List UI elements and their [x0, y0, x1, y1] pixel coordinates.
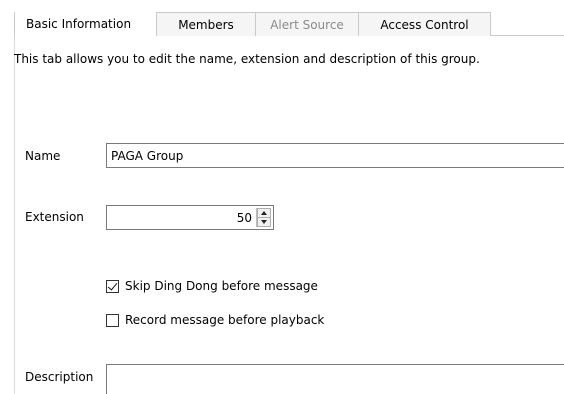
tab-access-control[interactable]: Access Control — [358, 12, 491, 36]
spin-up-button[interactable] — [257, 208, 271, 218]
tab-panel-basic-information — [14, 35, 564, 394]
skip-ding-dong-checkbox[interactable] — [106, 279, 119, 293]
name-field[interactable]: PAGA Group — [106, 143, 564, 168]
record-message-checkbox[interactable] — [106, 313, 119, 327]
record-message-option[interactable]: Record message before playback — [106, 313, 324, 327]
extension-label: Extension — [25, 210, 84, 224]
tab-members[interactable]: Members — [156, 12, 256, 36]
checkmark-icon — [107, 279, 118, 291]
tab-basic-information[interactable]: Basic Information — [14, 10, 157, 36]
panel-description-text: This tab allows you to edit the name, ex… — [14, 52, 480, 66]
skip-ding-dong-option[interactable]: Skip Ding Dong before message — [106, 279, 318, 293]
record-message-label: Record message before playback — [125, 313, 325, 327]
extension-spin-buttons — [256, 208, 271, 227]
skip-ding-dong-label: Skip Ding Dong before message — [125, 279, 318, 293]
group-settings-window: Basic Information Members Alert Source A… — [0, 0, 564, 394]
extension-spinbox[interactable]: 50 — [106, 205, 274, 230]
name-label: Name — [25, 149, 61, 163]
description-field[interactable] — [106, 364, 564, 394]
spin-down-icon — [261, 220, 267, 224]
tab-bar: Basic Information Members Alert Source A… — [14, 10, 491, 36]
name-field-value: PAGA Group — [111, 148, 184, 163]
description-label: Description — [25, 370, 94, 384]
spin-up-icon — [261, 211, 267, 215]
top-cutoff-strip — [0, 0, 564, 12]
spin-down-button[interactable] — [257, 218, 271, 227]
extension-value[interactable]: 50 — [107, 206, 256, 229]
tab-alert-source: Alert Source — [255, 12, 359, 36]
